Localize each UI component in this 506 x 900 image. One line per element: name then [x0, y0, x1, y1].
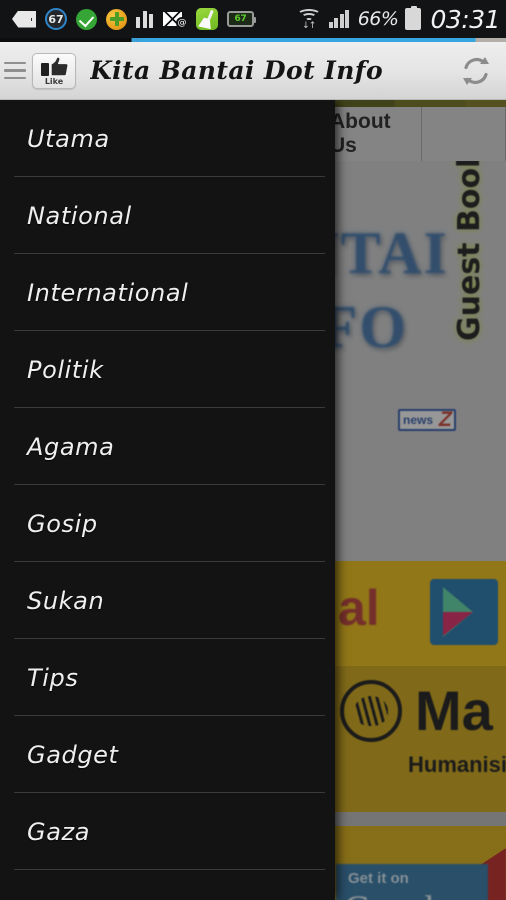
battery-saver-value: 67 [234, 14, 247, 24]
action-bar: Like Kita Bantai Dot Info [0, 42, 506, 100]
drawer-item-national[interactable]: National [0, 177, 335, 254]
drawer-item-gadget[interactable]: Gadget [0, 716, 335, 793]
accent-divider [0, 38, 506, 42]
drawer-item-label: Sukan [27, 586, 105, 615]
phone-screen: 67 @ 67 ↓↑ 66% 03:31 Like Kita Bantai Do… [0, 0, 506, 900]
status-bar-system-icons: ↓↑ 66% 03:31 [296, 4, 500, 34]
navigation-drawer: Utama National International Politik Aga… [0, 100, 335, 900]
notification-count-icon: 67 [45, 8, 67, 30]
drawer-item-gosip[interactable]: Gosip [0, 485, 335, 562]
mail-at-icon: @ [163, 11, 188, 29]
cellular-signal-icon [328, 10, 351, 28]
plus-circle-icon [106, 8, 127, 30]
drawer-item-label: Agama [27, 432, 115, 461]
wifi-data-transfer-icon: ↓↑ [296, 8, 322, 31]
drawer-item-label: Gosip [27, 509, 98, 538]
download-plus-icon [12, 10, 36, 28]
drawer-item-politik[interactable]: Politik [0, 331, 335, 408]
drawer-item-tips[interactable]: Tips [0, 639, 335, 716]
broom-cleaner-icon [196, 8, 218, 30]
drawer-item-agama[interactable]: Agama [0, 408, 335, 485]
check-circle-icon [76, 8, 97, 30]
battery-icon [405, 6, 422, 30]
drawer-item-label: Politik [27, 355, 104, 384]
wifi-arrows-label: ↓↑ [302, 20, 316, 31]
at-symbol: @ [176, 16, 188, 29]
drawer-item-utama[interactable]: Utama [0, 100, 335, 177]
like-button-label: Like [44, 77, 64, 86]
refresh-icon [463, 56, 489, 85]
battery-saver-icon: 67 [227, 11, 256, 27]
like-button[interactable]: Like [32, 52, 76, 89]
drawer-item-label: International [27, 278, 189, 307]
clock-label: 03:31 [430, 4, 500, 34]
drawer-item-label: National [27, 201, 132, 230]
drawer-item-label: Gaza [27, 817, 91, 846]
drawer-item-label: Utama [27, 124, 110, 153]
drawer-item-gaza[interactable]: Gaza [0, 793, 335, 870]
status-bar: 67 @ 67 ↓↑ 66% 03:31 [0, 0, 506, 38]
drawer-item-international[interactable]: International [0, 254, 335, 331]
equalizer-bars-icon [136, 10, 154, 28]
refresh-button[interactable] [450, 45, 502, 97]
thumbs-up-icon [41, 55, 69, 77]
drawer-item-label: Tips [27, 663, 79, 692]
status-bar-notification-icons: 67 @ 67 [12, 8, 256, 30]
page-title: Kita Bantai Dot Info [90, 56, 384, 85]
hamburger-menu-icon[interactable] [4, 61, 26, 80]
battery-percent-label: 66% [357, 8, 399, 30]
drawer-item-sukan[interactable]: Sukan [0, 562, 335, 639]
drawer-item-label: Gadget [27, 740, 119, 769]
